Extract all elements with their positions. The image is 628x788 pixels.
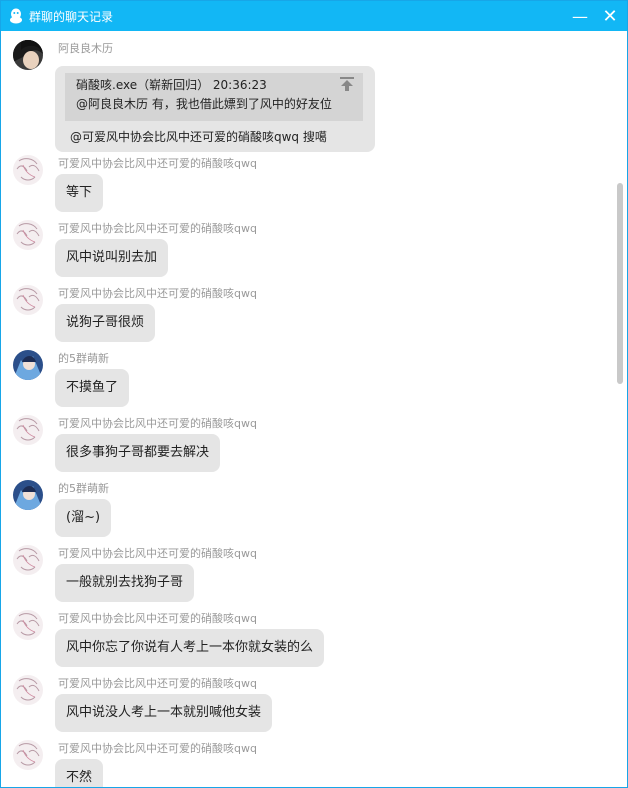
sketch-girl-avatar[interactable]	[13, 545, 43, 575]
message-bubble[interactable]: 等下	[55, 174, 104, 212]
message-text: @可爱风中协会比风中还可爱的硝酸咳qwq 搜噶	[70, 130, 327, 144]
message-item: 可爱风中协会比风中还可爱的硝酸咳qwq 等下	[1, 155, 615, 215]
sender-name: 的5群萌新	[58, 352, 109, 365]
sender-name: 可爱风中协会比风中还可爱的硝酸咳qwq	[58, 742, 257, 755]
sender-name: 可爱风中协会比风中还可爱的硝酸咳qwq	[58, 222, 257, 235]
message-item: 阿良良木历 硝酸咳.exe（崭新回归） 20:36:23 @阿良良木历 有，我也…	[1, 40, 615, 160]
message-bubble[interactable]: 硝酸咳.exe（崭新回归） 20:36:23 @阿良良木历 有，我也借此嫖到了风…	[55, 66, 375, 152]
quote-header: 硝酸咳.exe（崭新回归） 20:36:23	[76, 78, 267, 92]
message-item: 可爱风中协会比风中还可爱的硝酸咳qwq 一般就别去找狗子哥	[1, 545, 615, 605]
sketch-girl-avatar[interactable]	[13, 675, 43, 705]
message-item: 的5群萌新 不摸鱼了	[1, 350, 615, 410]
vertical-scrollbar[interactable]	[616, 32, 624, 787]
message-item: 可爱风中协会比风中还可爱的硝酸咳qwq 风中说叫别去加	[1, 220, 615, 280]
message-bubble[interactable]: 很多事狗子哥都要去解决	[55, 434, 221, 472]
message-bubble[interactable]: 一般就别去找狗子哥	[55, 564, 195, 602]
sender-name: 可爱风中协会比风中还可爱的硝酸咳qwq	[58, 677, 257, 690]
sender-name: 可爱风中协会比风中还可爱的硝酸咳qwq	[58, 547, 257, 560]
quote-text: @阿良良木历 有，我也借此嫖到了风中的好友位	[76, 97, 332, 111]
jump-to-quote-icon[interactable]	[339, 76, 355, 92]
message-bubble[interactable]: (溜~)	[55, 499, 112, 537]
message-item: 可爱风中协会比风中还可爱的硝酸咳qwq 说狗子哥很烦	[1, 285, 615, 345]
qq-penguin-icon	[10, 8, 22, 24]
sender-name: 可爱风中协会比风中还可爱的硝酸咳qwq	[58, 287, 257, 300]
sketch-girl-avatar[interactable]	[13, 220, 43, 250]
window-title: 群聊的聊天记录	[29, 9, 114, 24]
sender-name: 的5群萌新	[58, 482, 109, 495]
sketch-girl-avatar[interactable]	[13, 155, 43, 185]
sender-name: 可爱风中协会比风中还可爱的硝酸咳qwq	[58, 157, 257, 170]
message-bubble[interactable]: 不摸鱼了	[55, 369, 130, 407]
scrollbar-thumb[interactable]	[617, 183, 623, 384]
sender-name: 阿良良木历	[58, 42, 113, 55]
sketch-girl-avatar[interactable]	[13, 740, 43, 770]
quoted-message[interactable]: 硝酸咳.exe（崭新回归） 20:36:23 @阿良良木历 有，我也借此嫖到了风…	[65, 73, 363, 121]
message-item: 可爱风中协会比风中还可爱的硝酸咳qwq 很多事狗子哥都要去解决	[1, 415, 615, 475]
message-bubble[interactable]: 说狗子哥很烦	[55, 304, 156, 342]
sender-name: 可爱风中协会比风中还可爱的硝酸咳qwq	[58, 612, 257, 625]
message-item: 可爱风中协会比风中还可爱的硝酸咳qwq 不然	[1, 740, 615, 787]
minimize-button[interactable]: —	[565, 1, 595, 31]
message-item: 可爱风中协会比风中还可爱的硝酸咳qwq 风中说没人考上一本就别喊他女装	[1, 675, 615, 735]
chat-history-window: 群聊的聊天记录 — ✕ 阿良良木历 硝酸咳.exe（崭新回归） 20:36:23…	[0, 0, 628, 788]
message-item: 的5群萌新 (溜~)	[1, 480, 615, 540]
message-bubble[interactable]: 不然	[55, 759, 104, 787]
message-bubble[interactable]: 风中说叫别去加	[55, 239, 169, 277]
message-bubble[interactable]: 风中你忘了你说有人考上一本你就女装的么	[55, 629, 325, 667]
sketch-girl-avatar[interactable]	[13, 415, 43, 445]
title-bar[interactable]: 群聊的聊天记录 — ✕	[1, 1, 627, 31]
blue-anime-avatar[interactable]	[13, 350, 43, 380]
message-item: 可爱风中协会比风中还可爱的硝酸咳qwq 风中你忘了你说有人考上一本你就女装的么	[1, 610, 615, 670]
sketch-girl-avatar[interactable]	[13, 285, 43, 315]
close-button[interactable]: ✕	[595, 1, 625, 31]
dark-anime-avatar[interactable]	[13, 40, 43, 70]
message-list[interactable]: 阿良良木历 硝酸咳.exe（崭新回归） 20:36:23 @阿良良木历 有，我也…	[1, 32, 615, 787]
sender-name: 可爱风中协会比风中还可爱的硝酸咳qwq	[58, 417, 257, 430]
blue-anime-avatar[interactable]	[13, 480, 43, 510]
sketch-girl-avatar[interactable]	[13, 610, 43, 640]
message-bubble[interactable]: 风中说没人考上一本就别喊他女装	[55, 694, 273, 732]
